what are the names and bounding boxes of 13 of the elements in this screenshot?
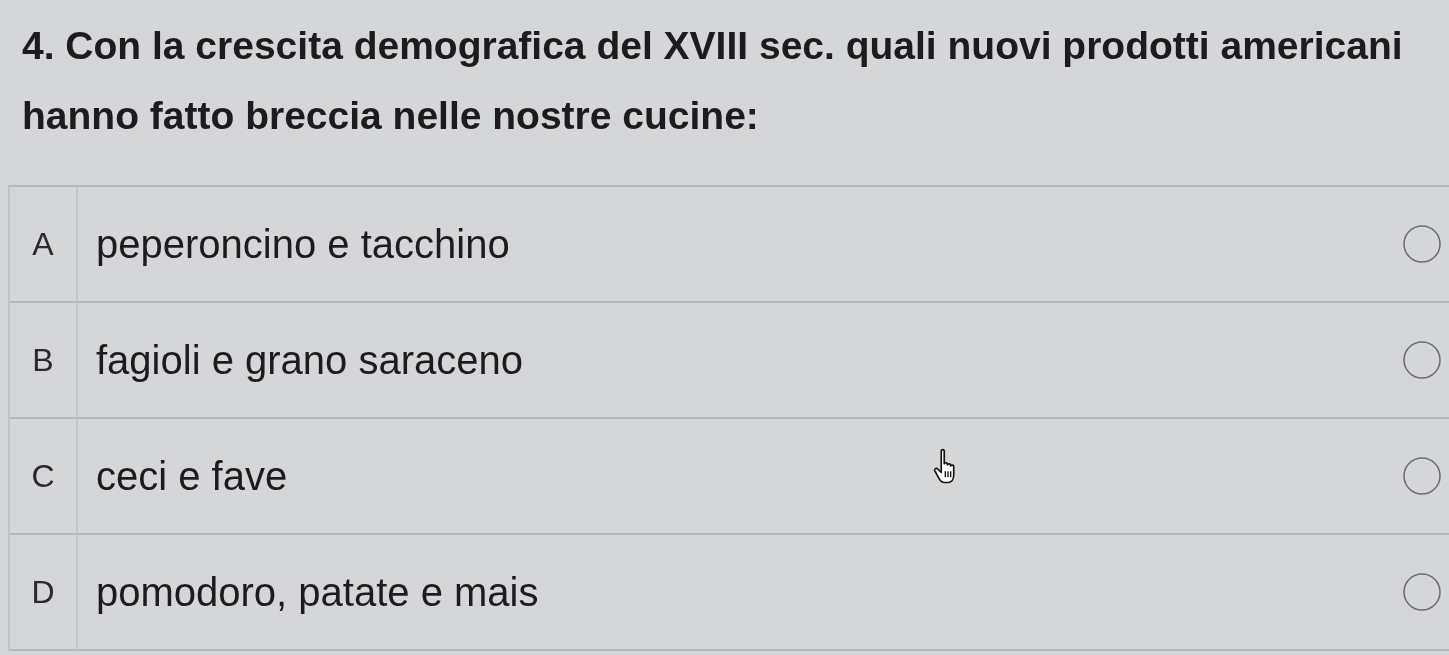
option-text: peperoncino e tacchino	[96, 221, 510, 267]
question-text: 4. Con la crescita demografica del XVIII sec. quali nuovi prodotti americani hanno fatto breccia nelle nostre cucine:	[22, 23, 1404, 139]
radio-button[interactable]	[1403, 225, 1441, 263]
option-text: ceci e fave	[96, 453, 288, 499]
option-letter: D	[31, 573, 55, 611]
radio-button[interactable]	[1403, 341, 1441, 379]
radio-button[interactable]	[1403, 457, 1441, 495]
radio-button[interactable]	[1403, 573, 1441, 611]
option-letter: C	[31, 457, 55, 495]
option-letter: A	[32, 225, 54, 263]
option-text: fagioli e grano saraceno	[96, 337, 523, 383]
option-letter: B	[32, 341, 54, 379]
option-text: pomodoro, patate e mais	[96, 569, 539, 615]
